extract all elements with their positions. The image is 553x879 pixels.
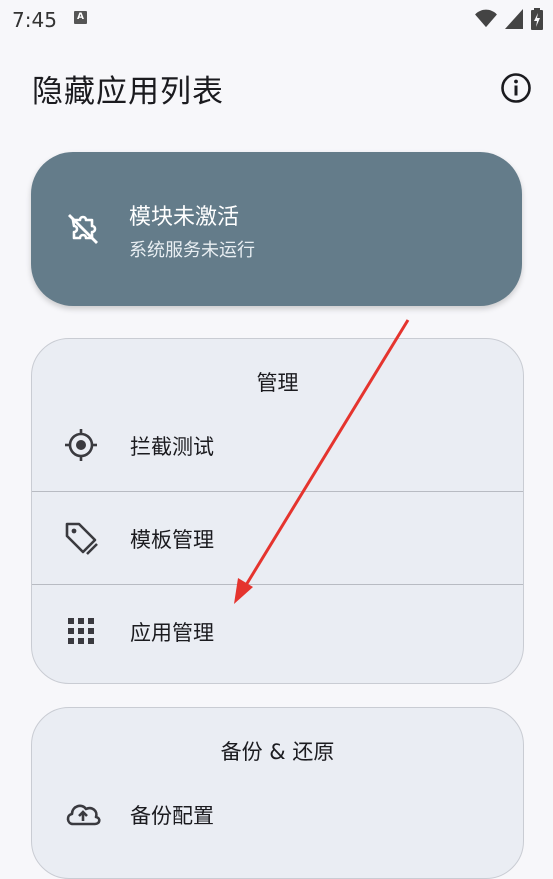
status-icons	[475, 8, 543, 30]
notification-icon: A	[74, 11, 87, 24]
menu-item-label: 备份配置	[130, 804, 214, 828]
module-status-title: 模块未激活	[129, 205, 240, 230]
module-status-subtitle: 系统服务未运行	[129, 240, 255, 261]
tag-icon	[65, 522, 98, 555]
page-title: 隐藏应用列表	[32, 74, 224, 110]
status-time: 7:45	[12, 8, 57, 32]
wifi-icon	[475, 9, 497, 28]
signal-icon	[505, 9, 523, 29]
module-status-card[interactable]: 模块未激活 系统服务未运行	[31, 152, 522, 306]
target-icon	[65, 429, 97, 461]
menu-item-label: 应用管理	[130, 621, 214, 645]
menu-item-intercept-test[interactable]: 拦截测试	[32, 399, 523, 491]
backup-group: 备份 & 还原 备份配置	[31, 707, 524, 879]
info-button[interactable]	[498, 70, 534, 106]
manage-group: 管理 拦截测试 模板管理 应用管理	[31, 338, 524, 684]
battery-charging-icon	[531, 8, 543, 30]
cloud-upload-icon	[66, 804, 101, 826]
menu-item-label: 模板管理	[130, 528, 214, 552]
group-title-manage: 管理	[256, 371, 299, 395]
menu-item-label: 拦截测试	[130, 435, 214, 459]
apps-grid-icon	[68, 618, 94, 644]
app-bar: 隐藏应用列表	[0, 60, 553, 116]
menu-item-backup-config[interactable]: 备份配置	[32, 768, 523, 860]
info-icon	[501, 73, 531, 103]
extension-off-icon	[68, 214, 98, 244]
menu-item-template-manage[interactable]: 模板管理	[32, 492, 523, 584]
group-title-backup: 备份 & 还原	[220, 740, 335, 764]
menu-item-app-manage[interactable]: 应用管理	[32, 585, 523, 677]
status-bar: 7:45 A	[0, 0, 553, 40]
